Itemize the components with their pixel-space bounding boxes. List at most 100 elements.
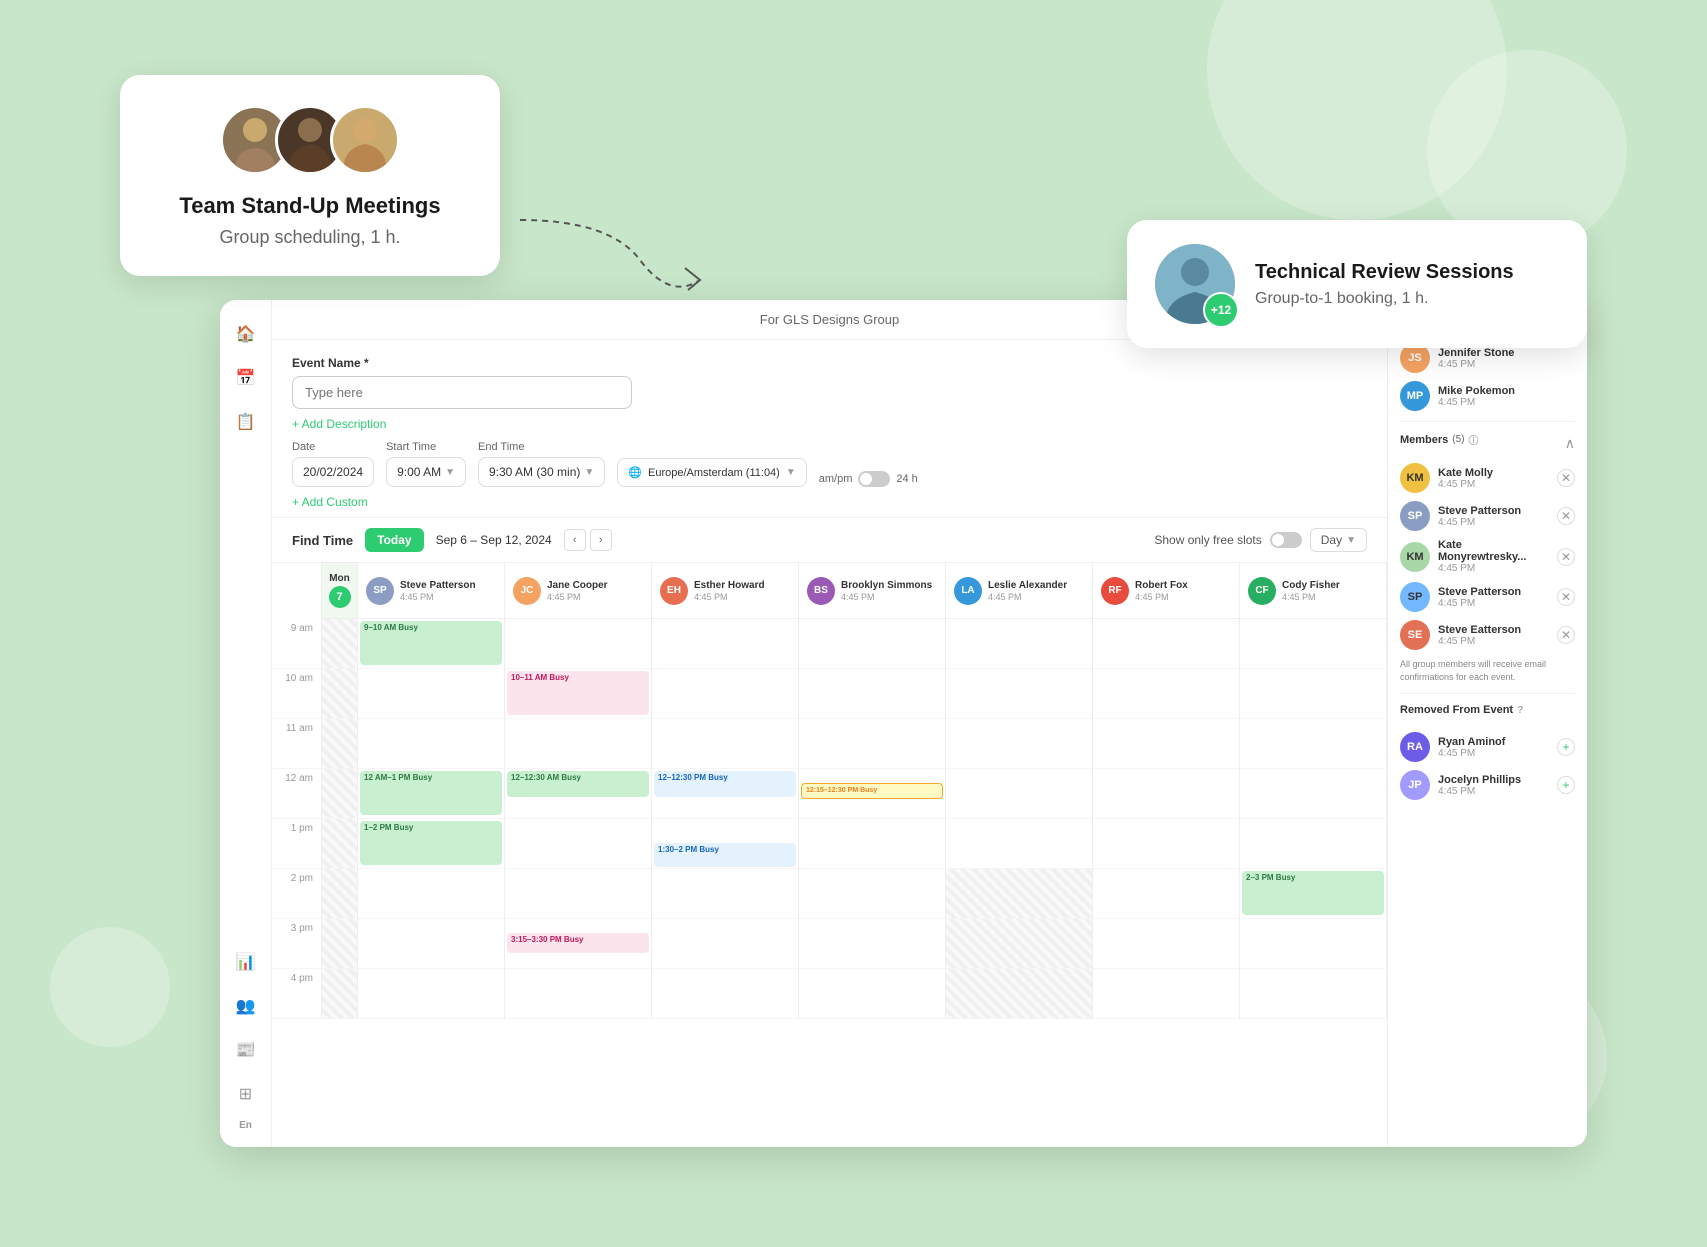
event-steve-1pm: 1–2 PM Busy <box>360 821 502 865</box>
brooklyn-4pm <box>799 969 945 1019</box>
time-10am: 10 am <box>272 669 321 719</box>
event-jane-3pm: 3:15–3:30 PM Busy <box>507 933 649 953</box>
avatar-steve: SP <box>366 577 394 605</box>
start-time-input[interactable]: 9:00 AM ▼ <box>386 457 466 487</box>
avatar-ryan: RA <box>1400 732 1430 762</box>
jane-3pm: 3:15–3:30 PM Busy <box>505 919 651 969</box>
person-name-leslie: Leslie Alexander <box>988 580 1067 592</box>
today-button[interactable]: Today <box>365 528 423 552</box>
esther-9am <box>652 619 798 669</box>
timezone-btn[interactable]: 🌐 Europe/Amsterdam (11:04) ▼ <box>617 458 806 487</box>
brooklyn-11am <box>799 719 945 769</box>
removed-title: Removed From Event ? <box>1400 704 1523 716</box>
member-info-kate-molly: Kate Molly 4:45 PM <box>1438 467 1549 490</box>
jane-10am: 10–11 AM Busy <box>505 669 651 719</box>
prev-arrow[interactable]: ‹ <box>564 529 586 551</box>
sidebar-icon-calendar[interactable]: 📅 <box>228 360 264 396</box>
day-cell-12pm <box>322 769 357 819</box>
date-input[interactable]: 20/02/2024 <box>292 457 374 487</box>
day-select-label: Day <box>1321 533 1342 547</box>
person-name-robert: Robert Fox <box>1135 580 1188 592</box>
add-description-btn[interactable]: + Add Description <box>292 417 1367 431</box>
cody-10am <box>1240 669 1386 719</box>
right-panel: Organizers (2) ⓘ ✕ JS Jennifer Stone 4:4… <box>1387 300 1587 1147</box>
leslie-3pm <box>946 919 1092 969</box>
end-time-input[interactable]: 9:30 AM (30 min) ▼ <box>478 457 605 487</box>
person-name-jane: Jane Cooper <box>547 580 608 592</box>
sidebar-language[interactable]: En <box>239 1120 252 1131</box>
jane-2pm <box>505 869 651 919</box>
esther-12pm: 12–12:30 PM Busy <box>652 769 798 819</box>
member-name-steve-p: Steve Patterson <box>1438 505 1549 517</box>
free-slots-toggle[interactable] <box>1270 532 1302 548</box>
org-time-jennifer: 4:45 PM <box>1438 359 1575 370</box>
remove-kate-molly-btn[interactable]: ✕ <box>1557 469 1575 487</box>
ampm-toggle-group: am/pm 24 h <box>819 471 918 487</box>
org-name-jennifer: Jennifer Stone <box>1438 347 1575 359</box>
esther-1pm: 1:30–2 PM Busy <box>652 819 798 869</box>
info-icon-members: ⓘ <box>1469 432 1479 447</box>
leslie-10am <box>946 669 1092 719</box>
robert-9am <box>1093 619 1239 669</box>
time-12pm: 12 am <box>272 769 321 819</box>
member-info-steve-p: Steve Patterson 4:45 PM <box>1438 505 1549 528</box>
event-jane-10am: 10–11 AM Busy <box>507 671 649 715</box>
re-add-jocelyn-btn[interactable]: + <box>1557 776 1575 794</box>
removed-name-ryan: Ryan Aminof <box>1438 736 1549 748</box>
date-range: Sep 6 – Sep 12, 2024 <box>436 533 552 547</box>
steve-4pm <box>358 969 504 1019</box>
esther-4pm <box>652 969 798 1019</box>
removed-info-ryan: Ryan Aminof 4:45 PM <box>1438 736 1549 759</box>
leslie-12pm <box>946 769 1092 819</box>
steve-3pm <box>358 919 504 969</box>
day-cell-4pm <box>322 969 357 1019</box>
sidebar-icon-chart[interactable]: 📊 <box>228 944 264 980</box>
sidebar-icon-home[interactable]: 🏠 <box>228 316 264 352</box>
org-info-mike: Mike Pokemon 4:45 PM <box>1438 385 1575 408</box>
collapse-members-btn[interactable]: ∧ <box>1565 435 1575 452</box>
remove-steve-p-btn[interactable]: ✕ <box>1557 507 1575 525</box>
member-time-kate-m: 4:45 PM <box>1438 563 1549 574</box>
person-col-steve: SP Steve Patterson 4:45 PM 9–10 AM Busy … <box>358 563 505 1019</box>
member-kate-m: KM Kate Monyrewtresky... 4:45 PM ✕ <box>1400 539 1575 574</box>
cody-11am <box>1240 719 1386 769</box>
org-name-mike: Mike Pokemon <box>1438 385 1575 397</box>
event-name-input[interactable] <box>292 376 632 409</box>
remove-kate-m-btn[interactable]: ✕ <box>1557 548 1575 566</box>
day-name: Mon <box>329 573 350 584</box>
next-arrow[interactable]: › <box>590 529 612 551</box>
tech-avatar-wrapper: +12 <box>1155 244 1235 324</box>
sidebar-icon-grid[interactable]: ⊞ <box>228 1076 264 1112</box>
re-add-ryan-btn[interactable]: + <box>1557 738 1575 756</box>
ampm-toggle[interactable] <box>858 471 890 487</box>
removed-time-ryan: 4:45 PM <box>1438 748 1549 759</box>
person-time-steve: 4:45 PM <box>400 592 476 602</box>
day-select[interactable]: Day ▼ <box>1310 528 1367 552</box>
esther-10am <box>652 669 798 719</box>
avatar-brooklyn: BS <box>807 577 835 605</box>
person-time-cody: 4:45 PM <box>1282 592 1340 602</box>
remove-steve-p2-btn[interactable]: ✕ <box>1557 588 1575 606</box>
time-4pm: 4 pm <box>272 969 321 1019</box>
sidebar-icon-list[interactable]: 📋 <box>228 404 264 440</box>
cody-3pm <box>1240 919 1386 969</box>
person-col-jane: JC Jane Cooper 4:45 PM 10–11 AM Busy 12–… <box>505 563 652 1019</box>
bg-decoration-4 <box>50 927 170 1047</box>
info-icon-removed: ? <box>1517 705 1523 716</box>
member-time-steve-p2: 4:45 PM <box>1438 598 1549 609</box>
sidebar-icon-report[interactable]: 📰 <box>228 1032 264 1068</box>
end-time-label: End Time <box>478 441 605 453</box>
remove-steve-e-btn[interactable]: ✕ <box>1557 626 1575 644</box>
calendar-wrapper[interactable]: 9 am 10 am 11 am 12 am 1 pm 2 pm 3 pm 4 … <box>272 563 1387 1147</box>
member-name-steve-e: Steve Eatterson <box>1438 624 1549 636</box>
brooklyn-9am <box>799 619 945 669</box>
removed-info-jocelyn: Jocelyn Phillips 4:45 PM <box>1438 774 1549 797</box>
members-note: All group members will receive email con… <box>1400 658 1575 683</box>
member-name-kate-m: Kate Monyrewtresky... <box>1438 539 1549 563</box>
brooklyn-3pm <box>799 919 945 969</box>
add-custom-btn[interactable]: + Add Custom <box>292 495 1367 509</box>
cody-1pm <box>1240 819 1386 869</box>
brooklyn-2pm <box>799 869 945 919</box>
sidebar-icon-users[interactable]: 👥 <box>228 988 264 1024</box>
form-area: Event Name * + Add Description Date 20/0… <box>272 340 1387 518</box>
